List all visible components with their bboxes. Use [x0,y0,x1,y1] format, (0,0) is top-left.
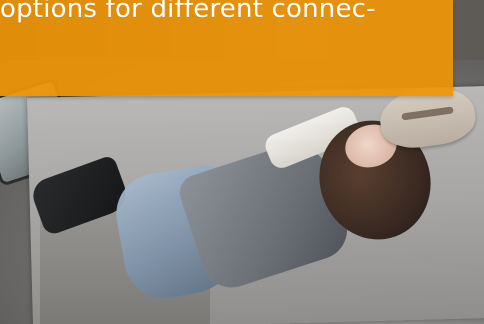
hat-band [401,106,454,121]
orange-text-banner: options for different connec- [0,0,453,96]
banner-text: options for different connec- [0,0,376,24]
screenshot-stage: options for different connec- [0,0,484,324]
